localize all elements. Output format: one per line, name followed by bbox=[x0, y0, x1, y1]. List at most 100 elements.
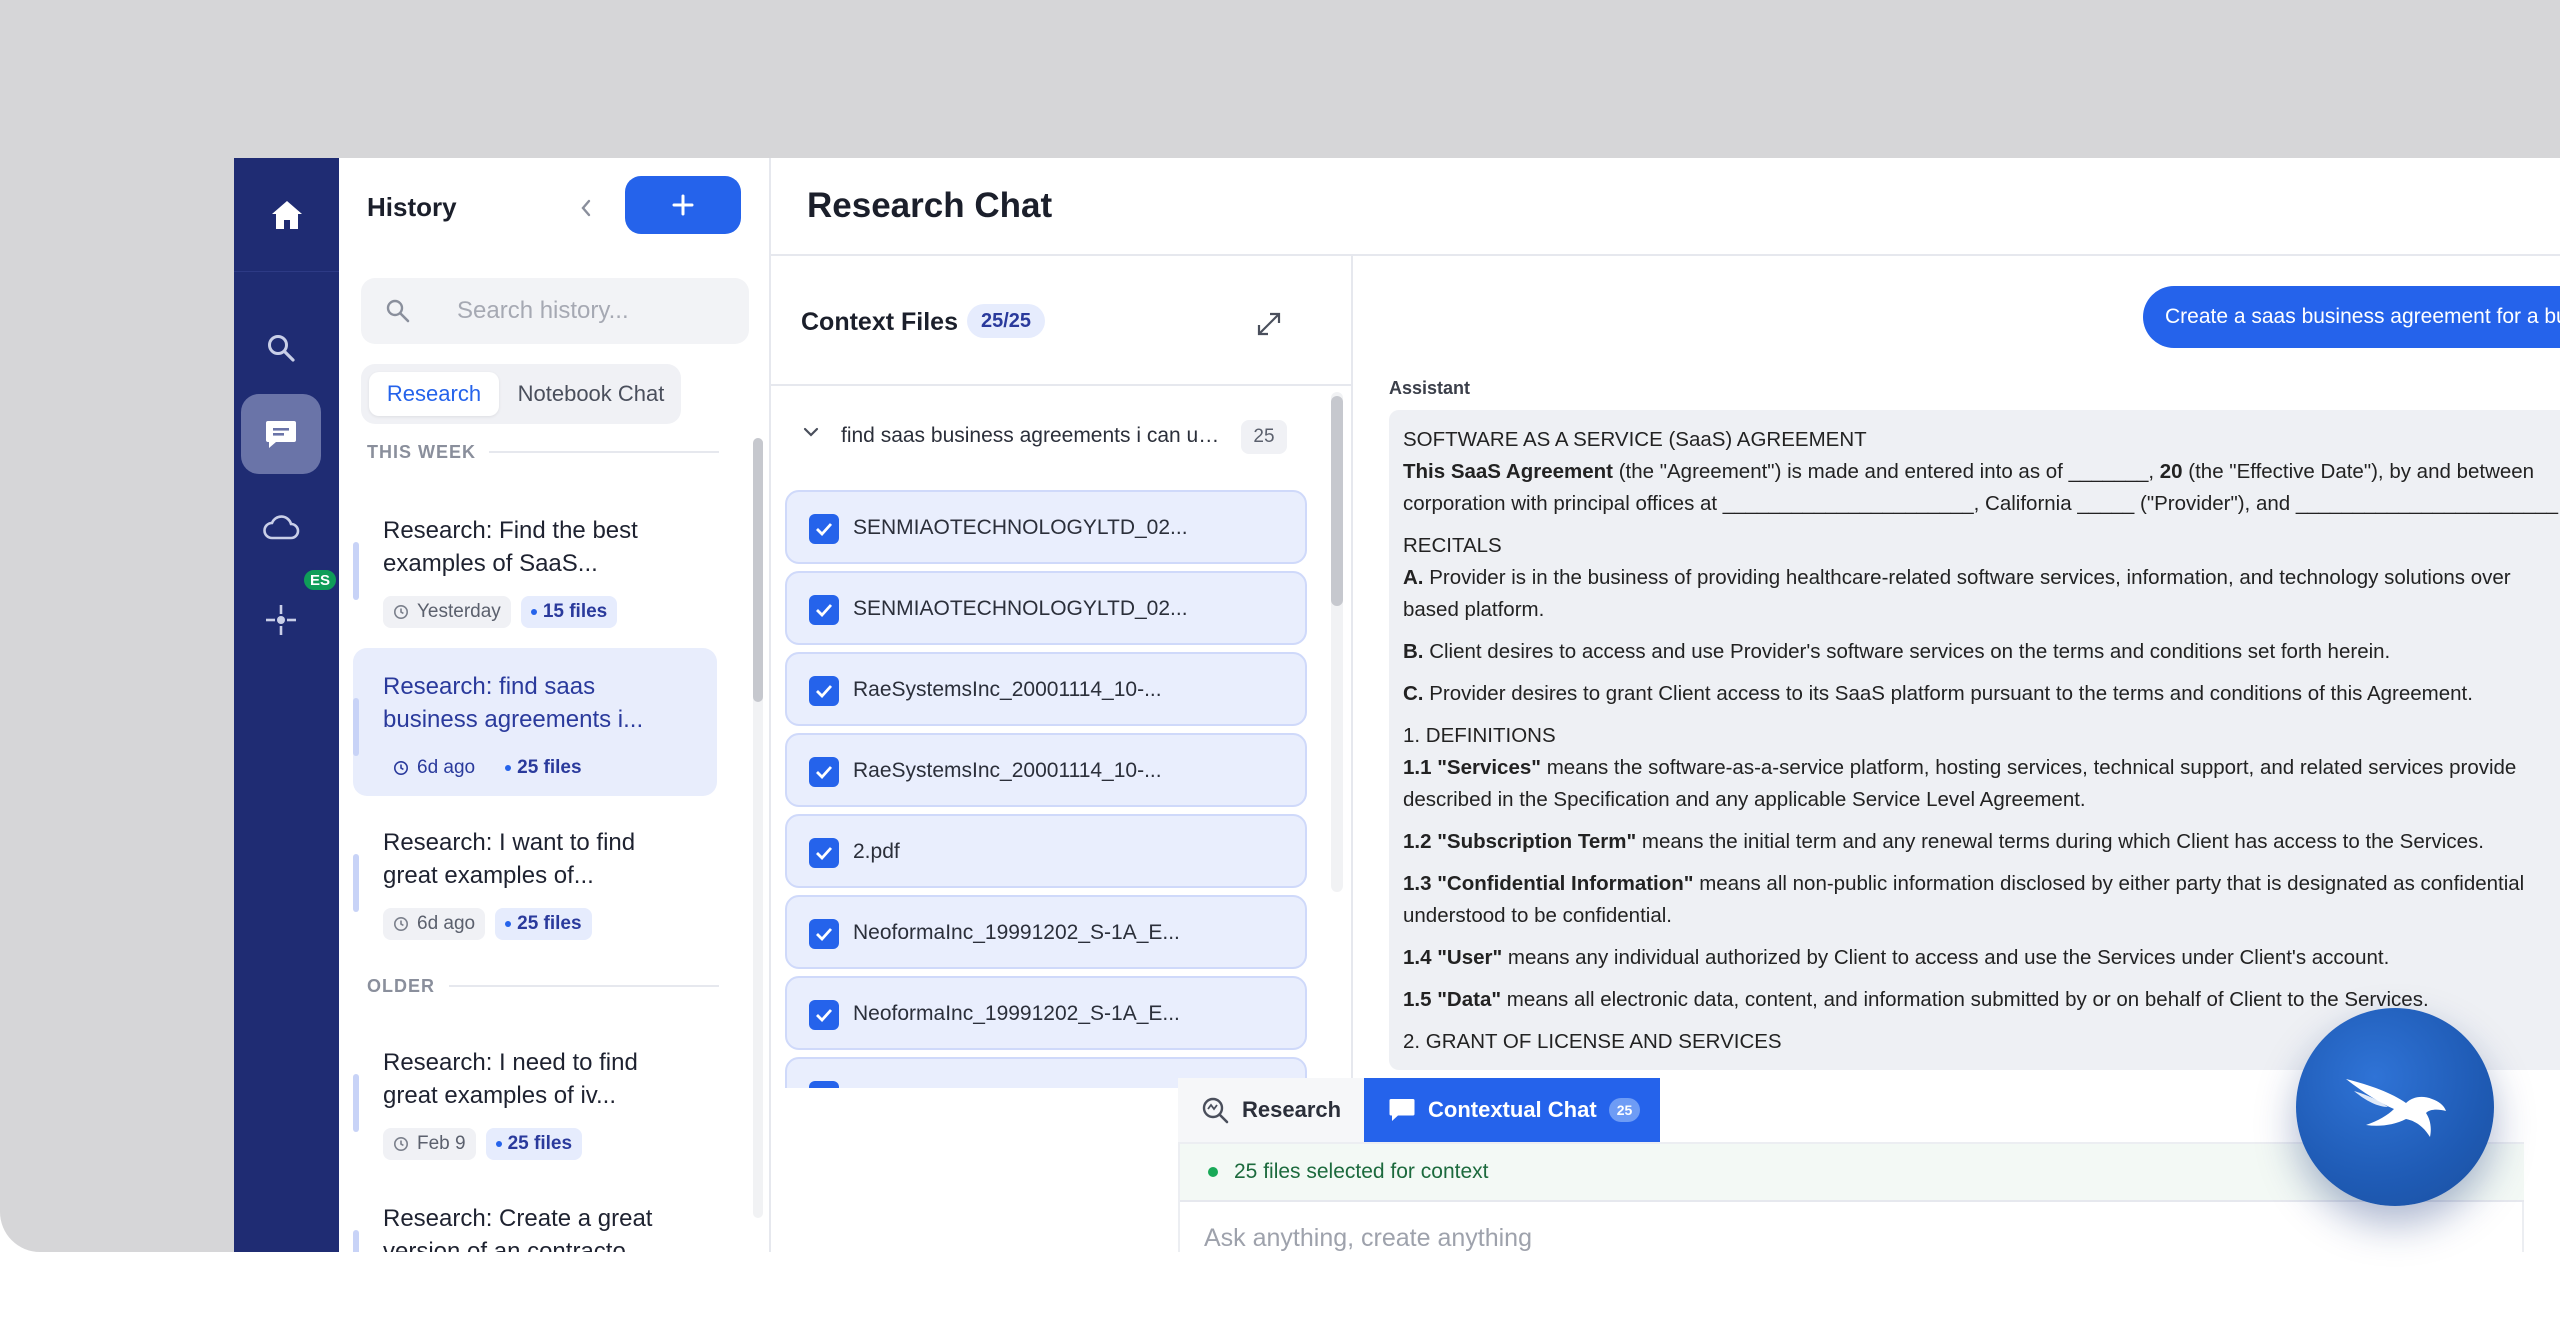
history-item[interactable]: Research: I want to find great examples … bbox=[353, 804, 717, 952]
files-scrollbar[interactable] bbox=[1331, 392, 1343, 892]
section-this-week: THIS WEEK bbox=[367, 442, 477, 462]
integrations-icon bbox=[266, 605, 296, 635]
screenshot-stage: ES History Research Notebook Chat THIS W… bbox=[0, 0, 2560, 1342]
file-list: SENMIAOTECHNOLOGYLTD_02... SENMIAOTECHNO… bbox=[785, 490, 1307, 1088]
tab-notebook-chat[interactable]: Notebook Chat bbox=[507, 372, 675, 416]
context-count-badge: 25/25 bbox=[967, 304, 1046, 338]
cloud-nav-button[interactable] bbox=[241, 488, 321, 568]
collapse-history-button[interactable] bbox=[571, 190, 601, 226]
check-icon bbox=[816, 685, 833, 698]
doc-recital-b: B. Client desires to access and use Prov… bbox=[1403, 640, 2391, 663]
file-item[interactable]: SENMIAOTECHNOLOGYLTD_02... bbox=[785, 490, 1307, 564]
research-chat: Research Chat Context Files 25/25 find s… bbox=[771, 158, 2560, 1252]
file-item[interactable]: RaeSystemsInc_20001114_10-... bbox=[785, 652, 1307, 726]
checkbox-checked[interactable] bbox=[809, 757, 839, 787]
divider bbox=[489, 451, 719, 453]
context-status-text: 25 files selected for context bbox=[1234, 1160, 1489, 1183]
check-icon bbox=[816, 1009, 833, 1022]
time-text: 6d ago bbox=[417, 913, 476, 934]
history-item-title: Research: find saas business agreements … bbox=[383, 673, 644, 733]
doc-def-1-1: 1.1 "Services" means the software-as-a-s… bbox=[1403, 756, 2517, 779]
page-margin bbox=[0, 1252, 2560, 1342]
file-item[interactable]: NeoformaInc_19991202_S-1A_E... bbox=[785, 895, 1307, 969]
history-scrollbar[interactable] bbox=[753, 438, 763, 1218]
checkbox-checked[interactable] bbox=[809, 514, 839, 544]
expand-button[interactable] bbox=[1249, 304, 1289, 344]
history-item[interactable]: Research: Create a great version of an c… bbox=[353, 1180, 717, 1252]
es-badge: ES bbox=[302, 568, 338, 592]
checkbox-checked[interactable] bbox=[809, 676, 839, 706]
tab-research-mode[interactable]: Research bbox=[1178, 1078, 1364, 1142]
checkbox-checked[interactable] bbox=[809, 595, 839, 625]
check-icon bbox=[816, 604, 833, 617]
file-name: RaeSystemsInc_20001114_10-... bbox=[853, 678, 1162, 701]
files-text: 25 files bbox=[507, 1133, 573, 1154]
history-item[interactable]: Research: I need to find great examples … bbox=[353, 1024, 717, 1172]
tab-contextual-chat[interactable]: Contextual Chat 25 bbox=[1364, 1078, 1660, 1142]
check-icon bbox=[816, 928, 833, 941]
chat-icon bbox=[266, 421, 296, 448]
time-text: Feb 9 bbox=[417, 1133, 466, 1154]
search-nav-button[interactable] bbox=[241, 308, 321, 388]
scroll-thumb[interactable] bbox=[1331, 396, 1343, 606]
user-message: Create a saas business agreement for a b… bbox=[2143, 286, 2560, 348]
history-panel: History Research Notebook Chat THIS WEEK… bbox=[339, 158, 771, 1252]
history-search-input[interactable] bbox=[457, 292, 727, 330]
time-chip: 6d ago bbox=[383, 908, 486, 940]
chat-header: Research Chat bbox=[771, 158, 2560, 256]
clock-icon bbox=[394, 917, 408, 931]
item-accent-bar bbox=[353, 1074, 359, 1132]
home-button[interactable] bbox=[234, 158, 339, 272]
doc-intro: This SaaS Agreement (the "Agreement") is… bbox=[1403, 460, 2535, 483]
assistant-label: Assistant bbox=[1389, 378, 1471, 398]
integrations-nav-button[interactable] bbox=[241, 580, 321, 660]
history-item-selected[interactable]: Research: find saas business agreements … bbox=[353, 648, 717, 796]
doc-def-1-4: 1.4 "User" means any individual authoriz… bbox=[1403, 946, 2390, 969]
files-chip: 25 files bbox=[485, 1128, 583, 1160]
assistant-launcher-button[interactable] bbox=[2296, 1008, 2494, 1206]
time-chip: Feb 9 bbox=[383, 1128, 476, 1160]
research-icon bbox=[1202, 1097, 1229, 1124]
history-filter-tabs: Research Notebook Chat bbox=[361, 364, 681, 424]
query-group-header[interactable]: find saas business agreements i can us..… bbox=[801, 416, 1291, 460]
checkbox-checked[interactable] bbox=[809, 1081, 839, 1088]
tab-contextual-chat-label: Contextual Chat bbox=[1428, 1097, 1597, 1122]
composer-mode-tabs: Research Contextual Chat 25 bbox=[1178, 1078, 1660, 1142]
history-item-title: Research: Find the best examples of SaaS… bbox=[383, 517, 638, 577]
checkbox-checked[interactable] bbox=[809, 1000, 839, 1030]
history-item-title: Research: I need to find great examples … bbox=[383, 1049, 638, 1109]
chat-nav-button[interactable] bbox=[241, 394, 321, 474]
new-chat-button[interactable] bbox=[625, 176, 741, 234]
time-text: 6d ago bbox=[417, 757, 476, 778]
checkbox-checked[interactable] bbox=[809, 838, 839, 868]
doc-recital-a: A. Provider is in the business of provid… bbox=[1403, 566, 2511, 589]
status-dot bbox=[1208, 1167, 1218, 1177]
expand-icon bbox=[1257, 312, 1281, 336]
file-item[interactable]: 2.pdf bbox=[785, 814, 1307, 888]
home-icon bbox=[271, 200, 302, 229]
clock-icon bbox=[394, 605, 408, 619]
files-text: 15 files bbox=[542, 601, 608, 622]
file-item[interactable]: RaeSystemsInc_20001114_10-... bbox=[785, 733, 1307, 807]
file-item[interactable]: SENMIAOTECHNOLOGYLTD_02... bbox=[785, 571, 1307, 645]
files-chip: 25 files bbox=[495, 908, 592, 940]
history-item[interactable]: Research: Find the best examples of SaaS… bbox=[353, 492, 717, 640]
doc-recitals: RECITALS bbox=[1403, 534, 1502, 557]
file-item[interactable]: NeoformaInc_19991202_S-1A_E... bbox=[785, 976, 1307, 1050]
history-search bbox=[361, 278, 749, 344]
tab-research[interactable]: Research bbox=[369, 372, 499, 416]
time-chip: Yesterday bbox=[383, 596, 511, 628]
check-icon bbox=[816, 766, 833, 779]
history-item-meta: 6d ago 25 files bbox=[383, 908, 592, 940]
scroll-thumb[interactable] bbox=[753, 438, 763, 702]
history-item-meta: Feb 9 25 files bbox=[383, 1128, 583, 1160]
file-name: 2.pdf bbox=[853, 840, 900, 863]
check-icon bbox=[816, 847, 833, 860]
cloud-icon bbox=[263, 515, 300, 540]
checkbox-checked[interactable] bbox=[809, 919, 839, 949]
clock-icon bbox=[394, 761, 408, 775]
doc-heading: SOFTWARE AS A SERVICE (SaaS) AGREEMENT bbox=[1403, 428, 1867, 451]
page-title: Research Chat bbox=[807, 186, 1053, 225]
files-text: 25 files bbox=[517, 757, 582, 778]
time-text: Yesterday bbox=[417, 601, 501, 622]
